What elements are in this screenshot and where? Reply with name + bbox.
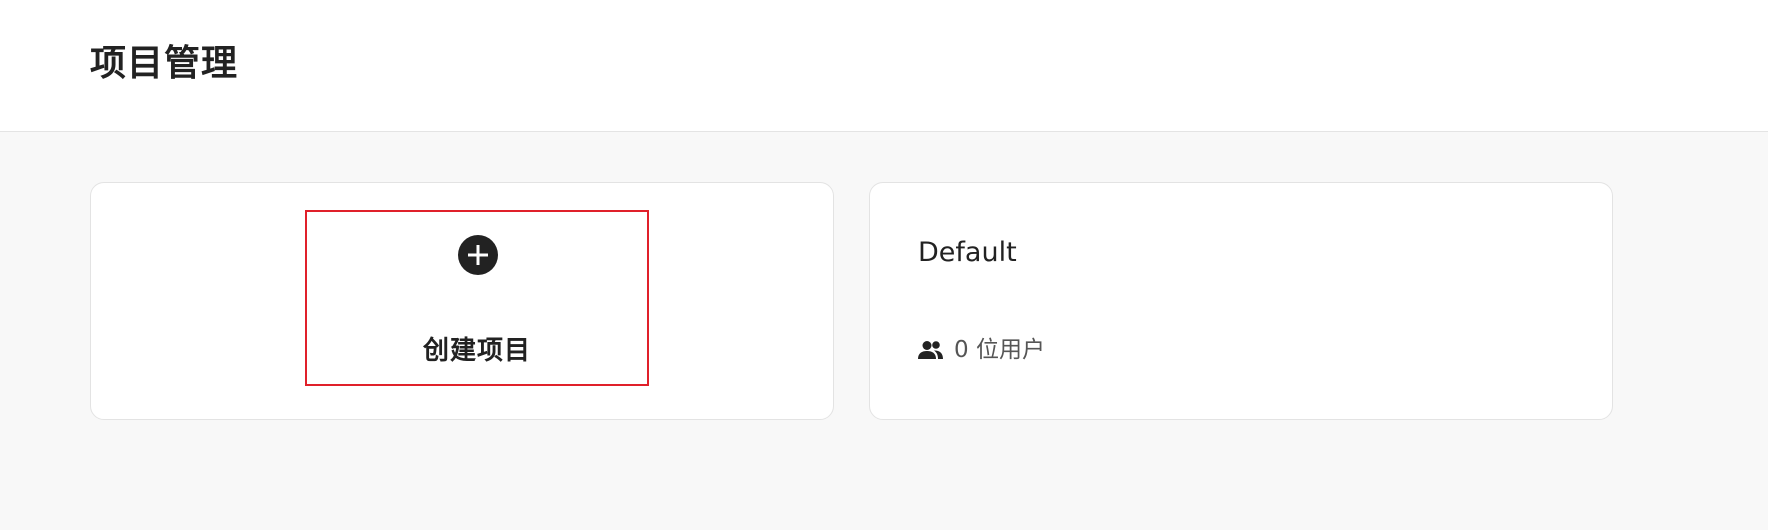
project-card-default[interactable]: Default 0 位用户 — [869, 182, 1613, 420]
page-header: 项目管理 — [0, 0, 1768, 132]
page-title: 项目管理 — [90, 43, 239, 84]
plus-circle-icon — [458, 235, 498, 275]
users-icon — [918, 341, 943, 359]
project-name: Default — [918, 237, 1017, 268]
project-list: 创建项目 Default 0 位用户 — [0, 133, 1768, 530]
member-count: 0 位用户 — [954, 337, 1045, 363]
create-project-label: 创建项目 — [422, 336, 531, 366]
project-members: 0 位用户 — [918, 333, 1045, 367]
create-project-card[interactable]: 创建项目 — [90, 182, 834, 420]
create-project-button[interactable]: 创建项目 — [305, 210, 649, 386]
